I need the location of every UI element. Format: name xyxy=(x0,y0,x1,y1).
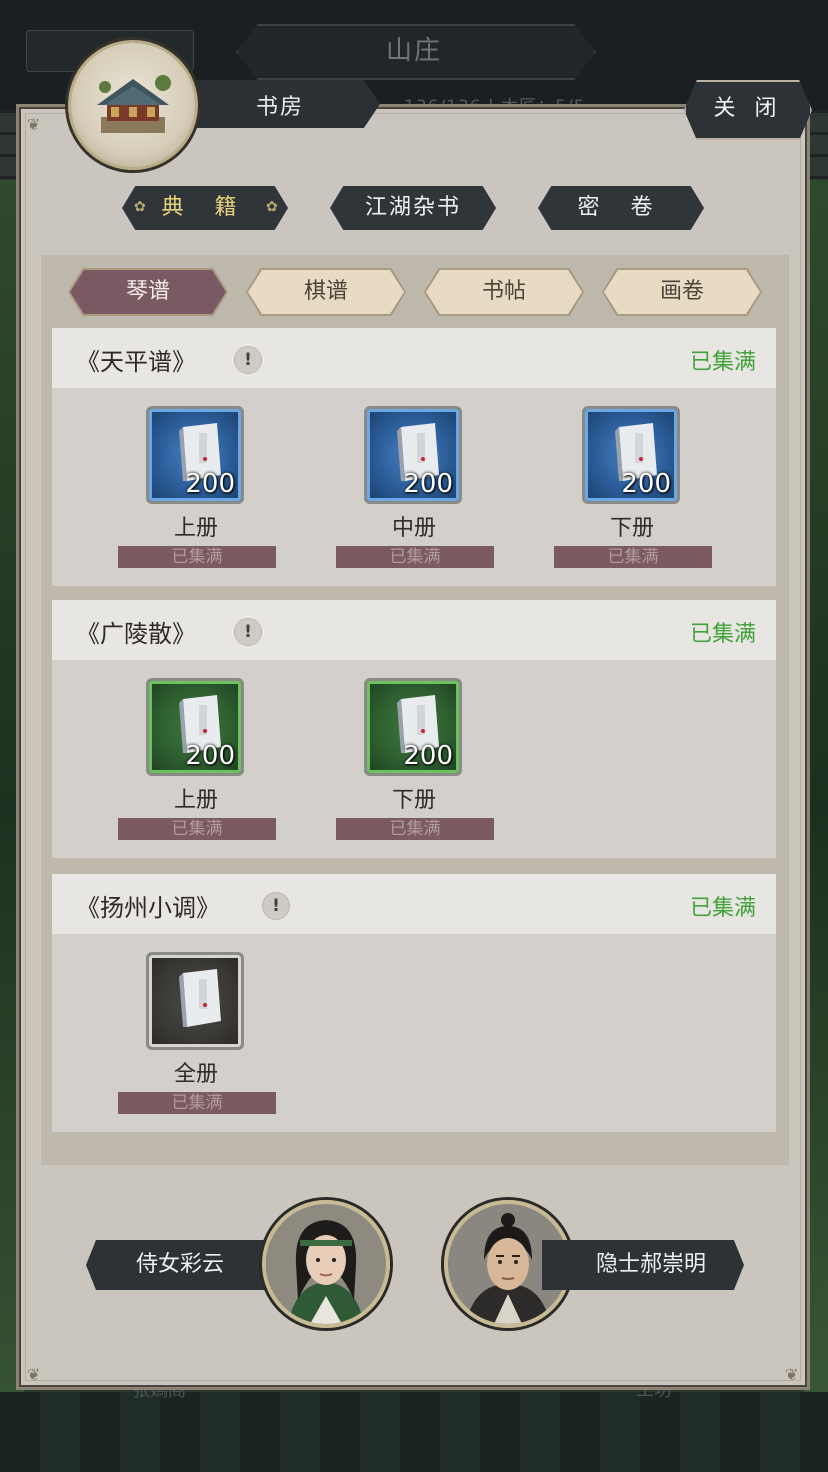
category-jianghu-button[interactable]: 江湖杂书 xyxy=(330,186,496,230)
category-mijuan-label: 密 卷 xyxy=(577,195,665,220)
flower-ornament-icon: ✿ xyxy=(134,199,146,215)
item-name: 下册 xyxy=(391,788,436,813)
item-name: 中册 xyxy=(391,516,436,541)
item-name: 上册 xyxy=(173,516,218,541)
corner-ornament-icon: ❦ xyxy=(27,115,41,134)
item-name: 下册 xyxy=(609,516,654,541)
npc-maid-button[interactable]: 侍女彩云 xyxy=(86,1240,286,1290)
section-status: 已集满 xyxy=(689,622,756,647)
exclamation-circle-icon[interactable]: ! xyxy=(262,892,290,920)
tab-qinpu[interactable]: 琴谱 xyxy=(70,270,226,314)
npc-maid-portrait[interactable] xyxy=(262,1200,390,1328)
item-collected-badge: 已集满 xyxy=(336,546,494,568)
item-collected-badge: 已集满 xyxy=(118,818,276,840)
section-title: 《天平谱》 xyxy=(76,348,196,376)
corner-ornament-icon: ❦ xyxy=(27,1365,41,1384)
item-count: 200 xyxy=(185,741,235,771)
section-status: 已集满 xyxy=(689,350,756,375)
bg-bottom-roof xyxy=(0,1392,828,1472)
tab-qipu[interactable]: 棋谱 xyxy=(248,270,404,314)
item-collected-badge: 已集满 xyxy=(118,1092,276,1114)
item-collected-badge: 已集满 xyxy=(554,546,712,568)
npc-hermit-name: 隐士郝崇明 xyxy=(596,1252,707,1277)
item-count: 200 xyxy=(403,469,453,499)
npc-maid-name: 侍女彩云 xyxy=(136,1252,225,1277)
book-volume-icon xyxy=(179,969,221,1027)
close-button[interactable]: 关 闭 xyxy=(684,80,812,140)
book-item: 200 上册 已集满 xyxy=(116,406,276,576)
item-slot[interactable]: 200 xyxy=(364,406,462,504)
maid-avatar-icon xyxy=(266,1204,386,1324)
collection-section: 《广陵散》 ! 已集满 200 上册 已集满 200 下册 已集满 xyxy=(52,600,776,858)
collection-section: 《天平谱》 ! 已集满 200 上册 已集满 200 中册 已集满 200 下册… xyxy=(52,328,776,586)
item-count: 200 xyxy=(621,469,671,499)
section-header: 《广陵散》 ! 已集满 xyxy=(52,600,776,660)
item-slot[interactable]: 200 xyxy=(146,678,244,776)
exclamation-circle-icon[interactable]: ! xyxy=(234,618,262,646)
study-house-icon xyxy=(97,75,171,133)
book-item: 全册 已集满 xyxy=(116,952,276,1122)
item-collected-badge: 已集满 xyxy=(336,818,494,840)
book-item: 200 下册 已集满 xyxy=(334,678,494,848)
collection-section: 《扬州小调》 ! 已集满 全册 已集满 xyxy=(52,874,776,1132)
section-title: 《广陵散》 xyxy=(76,620,196,648)
npc-hermit-button[interactable]: 隐士郝崇明 xyxy=(542,1240,744,1290)
book-item: 200 上册 已集满 xyxy=(116,678,276,848)
bg-title: 山庄 xyxy=(385,36,442,66)
building-avatar xyxy=(68,40,198,170)
category-jianghu-label: 江湖杂书 xyxy=(364,195,461,220)
item-name: 上册 xyxy=(173,788,218,813)
exclamation-circle-icon[interactable]: ! xyxy=(234,346,262,374)
book-item: 200 下册 已集满 xyxy=(552,406,712,576)
item-slot[interactable]: 200 xyxy=(146,406,244,504)
category-mijuan-button[interactable]: 密 卷 xyxy=(538,186,704,230)
corner-ornament-icon: ❦ xyxy=(785,1365,799,1384)
item-name: 全册 xyxy=(173,1062,218,1087)
section-title: 《扬州小调》 xyxy=(76,894,220,922)
item-slot[interactable]: 200 xyxy=(364,678,462,776)
category-dianji-label: 典 籍 xyxy=(161,195,249,220)
item-slot[interactable] xyxy=(146,952,244,1050)
section-status: 已集满 xyxy=(689,896,756,921)
item-count: 200 xyxy=(185,469,235,499)
item-count: 200 xyxy=(403,741,453,771)
tab-huajuan[interactable]: 画卷 xyxy=(604,270,760,314)
section-header: 《天平谱》 ! 已集满 xyxy=(52,328,776,388)
item-collected-badge: 已集满 xyxy=(118,546,276,568)
flower-ornament-icon: ✿ xyxy=(266,199,278,215)
book-item: 200 中册 已集满 xyxy=(334,406,494,576)
section-header: 《扬州小调》 ! 已集满 xyxy=(52,874,776,934)
item-slot[interactable]: 200 xyxy=(582,406,680,504)
tab-shutie[interactable]: 书帖 xyxy=(426,270,582,314)
